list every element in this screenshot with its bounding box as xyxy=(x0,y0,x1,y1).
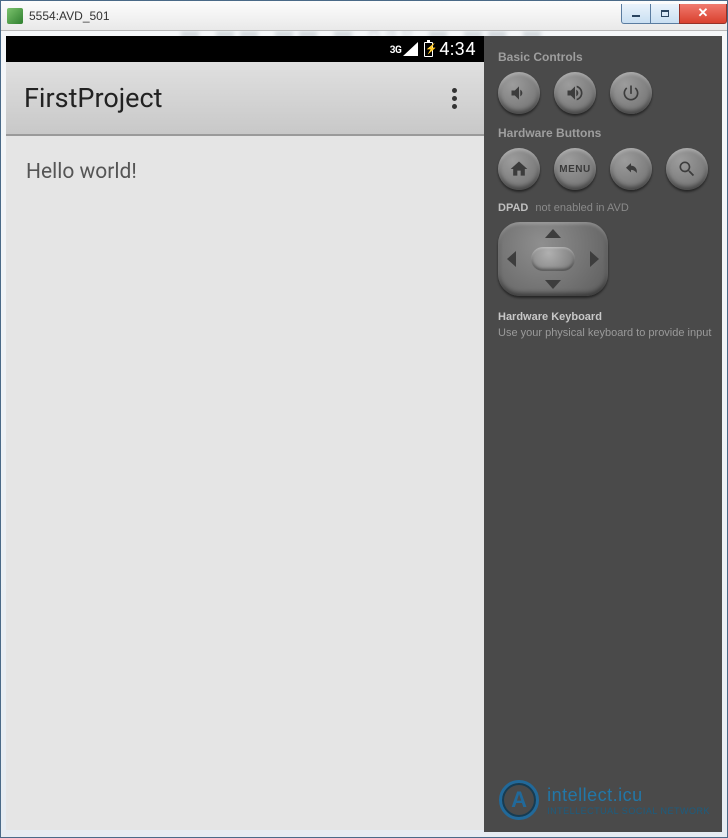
volume-high-icon xyxy=(565,83,585,103)
overflow-menu-icon[interactable] xyxy=(442,88,466,109)
menu-button[interactable]: MENU xyxy=(554,148,596,190)
home-icon xyxy=(509,159,529,179)
basic-controls-heading: Basic Controls xyxy=(498,50,712,64)
back-button[interactable] xyxy=(610,148,652,190)
dpad-status-text: not enabled in AVD xyxy=(535,202,628,214)
android-status-bar[interactable]: 3G ⚡ 4:34 xyxy=(6,36,484,62)
hello-world-text: Hello world! xyxy=(26,160,137,184)
status-bar-clock: 4:34 xyxy=(439,39,476,60)
dpad-control xyxy=(498,222,608,296)
emulator-window: 5554:AVD_501 ✕ ▬ ▬▬ ▬▬ ▬ Aab ▬ ▬▬ ▬ 3G ⚡… xyxy=(0,0,728,838)
hardware-keyboard-note: Hardware Keyboard Use your physical keyb… xyxy=(498,310,712,341)
app-content-area: Hello world! xyxy=(6,136,484,830)
app-action-bar: FirstProject xyxy=(6,62,484,136)
watermark-text: intellect.icu xyxy=(547,785,643,805)
device-screen: 3G ⚡ 4:34 FirstProject Hello world! xyxy=(6,36,484,830)
emulator-control-panel: Basic Controls Hardware Buttons MENU xyxy=(484,36,722,832)
dpad-center-button xyxy=(531,247,575,271)
hardware-keyboard-hint: Use your physical keyboard to provide in… xyxy=(498,327,711,339)
power-button[interactable] xyxy=(610,72,652,114)
search-icon xyxy=(677,159,697,179)
close-button[interactable]: ✕ xyxy=(679,4,727,24)
battery-charging-icon: ⚡ xyxy=(424,42,433,57)
volume-low-icon xyxy=(509,83,529,103)
hardware-keyboard-heading: Hardware Keyboard xyxy=(498,310,712,325)
window-control-buttons: ✕ xyxy=(622,4,727,24)
volume-up-button[interactable] xyxy=(554,72,596,114)
hardware-buttons-row: MENU xyxy=(498,148,712,190)
menu-button-label: MENU xyxy=(559,164,590,175)
dpad-up-icon xyxy=(545,229,561,238)
window-titlebar[interactable]: 5554:AVD_501 ✕ xyxy=(1,1,727,31)
watermark-logo: A xyxy=(499,780,539,820)
signal-indicator: 3G xyxy=(390,42,419,56)
watermark-logo-letter: A xyxy=(511,787,527,813)
dpad-right-icon xyxy=(590,251,599,267)
watermark: A intellect.icu INTELLECTUAL SOCIAL NETW… xyxy=(499,780,710,820)
dpad-status-line: DPAD not enabled in AVD xyxy=(498,202,712,214)
network-type-label: 3G xyxy=(390,45,402,56)
back-arrow-icon xyxy=(621,159,641,179)
app-icon xyxy=(7,8,23,24)
window-title: 5554:AVD_501 xyxy=(29,9,110,23)
dpad-label: DPAD xyxy=(498,202,528,214)
search-button[interactable] xyxy=(666,148,708,190)
window-client-area: ▬ ▬▬ ▬▬ ▬ Aab ▬ ▬▬ ▬ 3G ⚡ 4:34 FirstProj… xyxy=(1,31,727,837)
watermark-subtext: INTELLECTUAL SOCIAL NETWORK xyxy=(547,806,710,816)
hardware-buttons-heading: Hardware Buttons xyxy=(498,126,712,140)
signal-triangle-icon xyxy=(403,42,418,56)
power-icon xyxy=(621,83,641,103)
app-title: FirstProject xyxy=(24,82,442,114)
dpad-left-icon xyxy=(507,251,516,267)
dpad-down-icon xyxy=(545,280,561,289)
minimize-button[interactable] xyxy=(621,4,651,24)
basic-controls-row xyxy=(498,72,712,114)
volume-down-button[interactable] xyxy=(498,72,540,114)
maximize-button[interactable] xyxy=(650,4,680,24)
home-button[interactable] xyxy=(498,148,540,190)
